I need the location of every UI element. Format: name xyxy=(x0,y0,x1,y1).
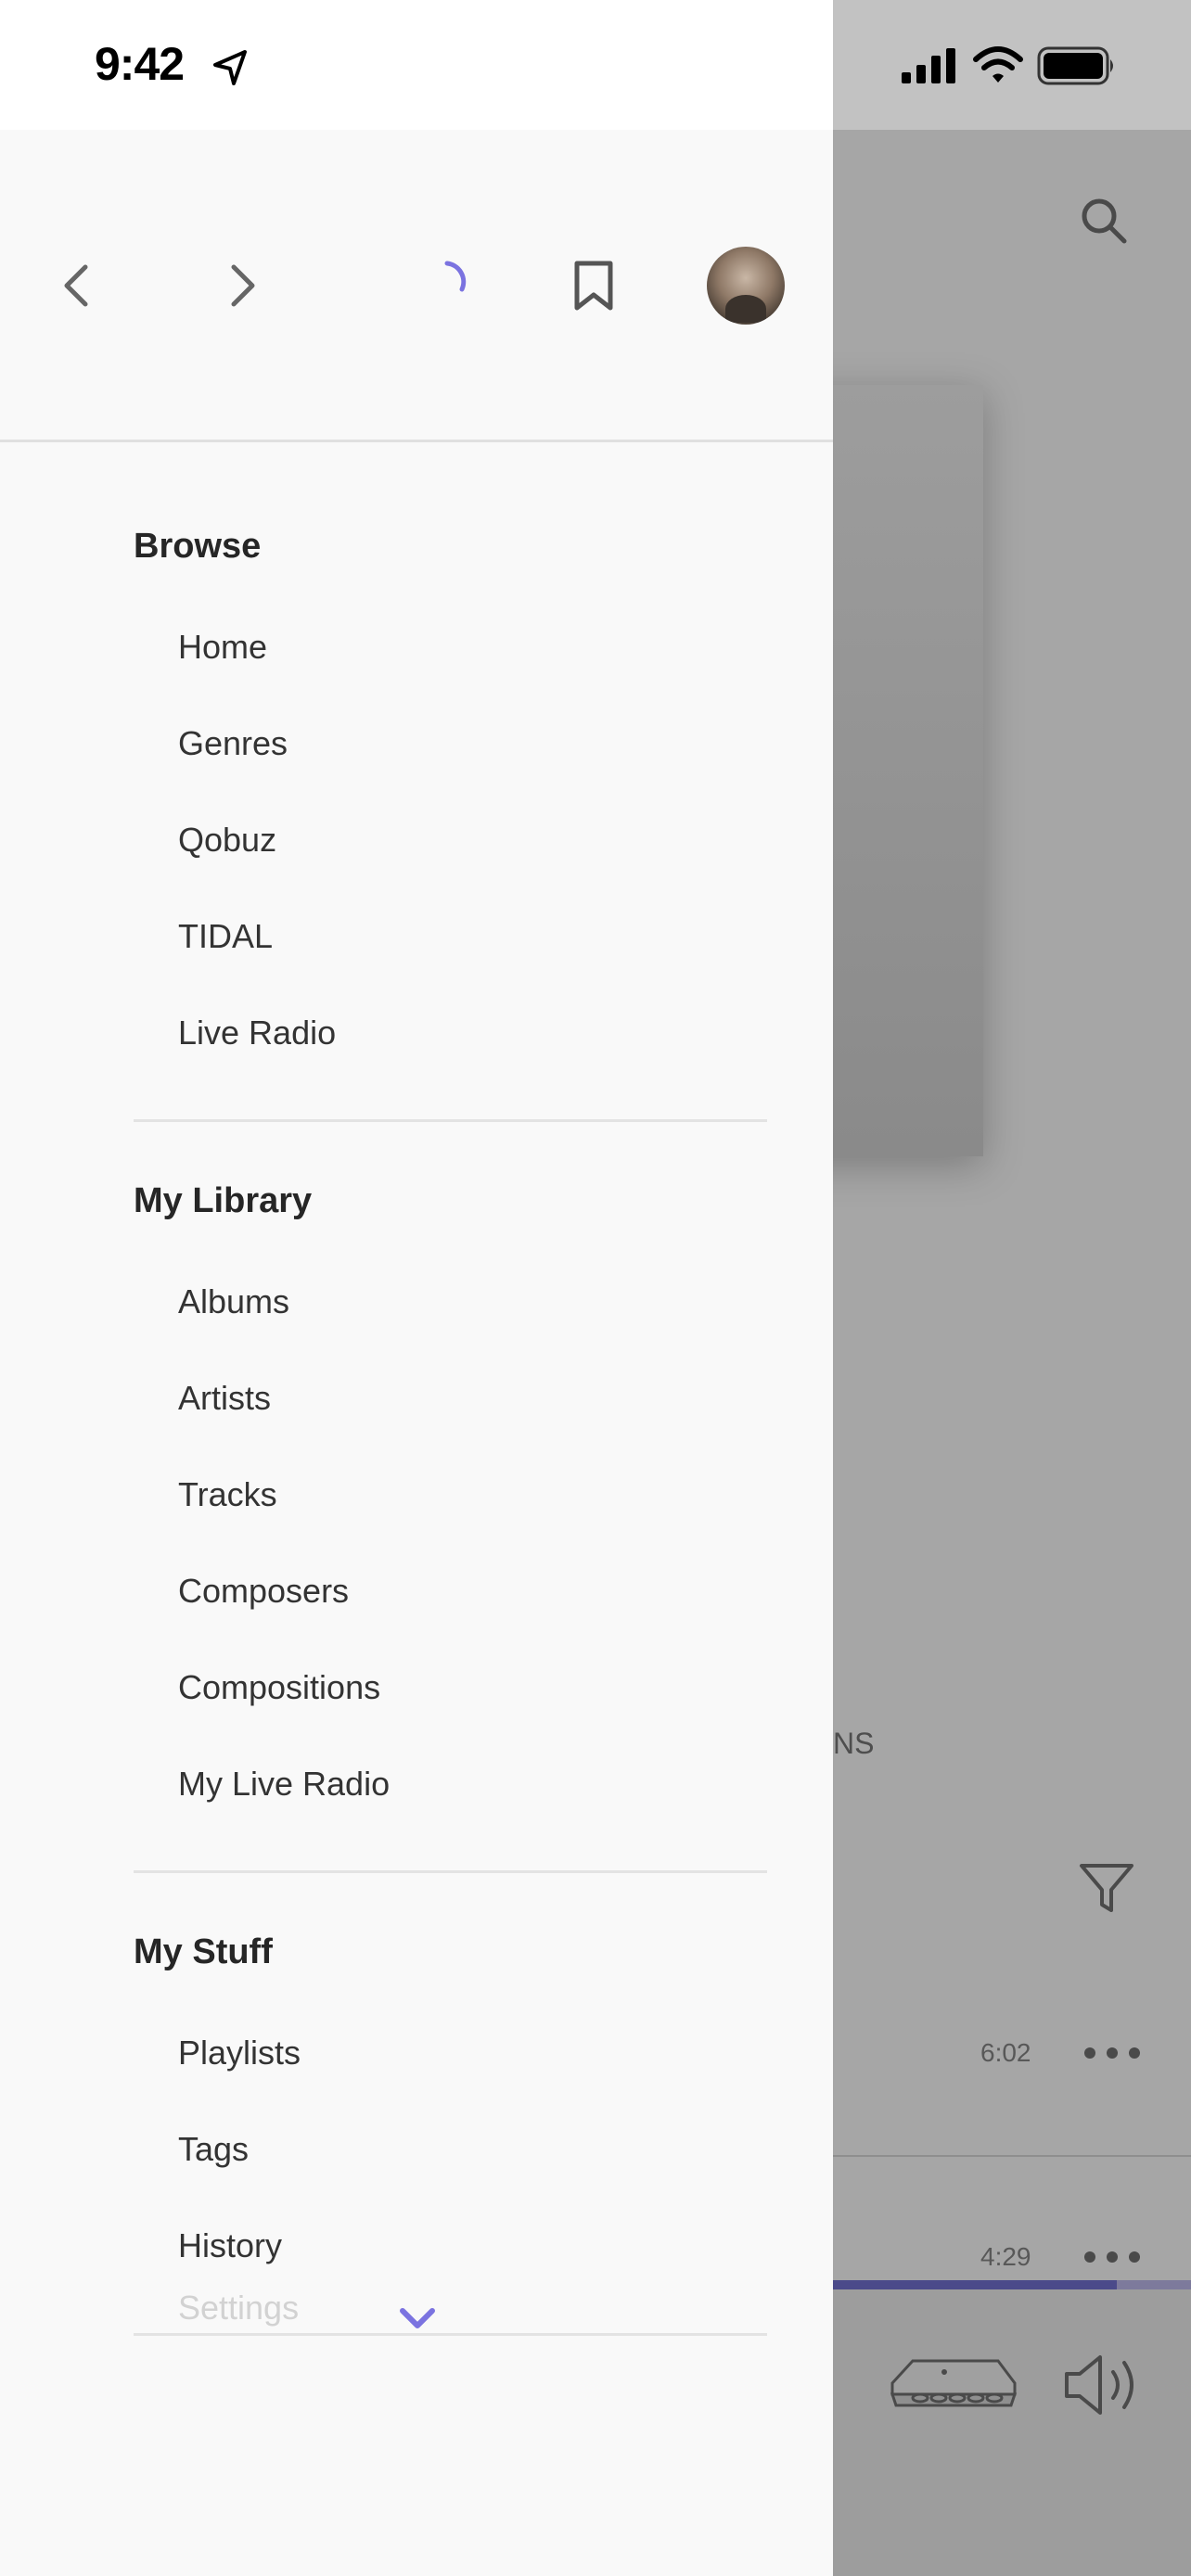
nav-item-tidal[interactable]: TIDAL xyxy=(178,917,273,956)
track-duration: 4:29 xyxy=(980,2242,1031,2271)
nav-item-qobuz[interactable]: Qobuz xyxy=(178,821,276,860)
nav-item-my-live-radio[interactable]: My Live Radio xyxy=(178,1765,390,1804)
device-icon[interactable] xyxy=(889,2355,1018,2415)
battery-icon xyxy=(1037,46,1113,85)
section-title-my-stuff: My Stuff xyxy=(134,1932,273,1971)
nav-item-compositions[interactable]: Compositions xyxy=(178,1668,380,1707)
section-title-my-library: My Library xyxy=(134,1181,313,1220)
section-divider xyxy=(134,2333,767,2336)
nav-item-genres[interactable]: Genres xyxy=(178,724,288,763)
section-title-browse: Browse xyxy=(134,527,262,566)
header-divider xyxy=(0,440,833,442)
nav-item-tracks[interactable]: Tracks xyxy=(178,1475,277,1514)
nav-item-playlists[interactable]: Playlists xyxy=(178,2034,301,2072)
more-icon[interactable] xyxy=(1082,2248,1143,2266)
track-separator xyxy=(833,2155,1191,2157)
user-avatar[interactable] xyxy=(707,247,785,325)
nav-item-history[interactable]: History xyxy=(178,2226,282,2265)
location-arrow-icon xyxy=(213,50,247,85)
drawer-header xyxy=(0,130,833,440)
wifi-icon xyxy=(973,46,1023,83)
filter-icon[interactable] xyxy=(1078,1860,1135,1916)
playback-progress-filled xyxy=(833,2280,1117,2289)
bookmark-icon[interactable] xyxy=(568,258,620,313)
section-divider xyxy=(134,1119,767,1122)
nav-item-home[interactable]: Home xyxy=(178,628,267,667)
search-icon[interactable] xyxy=(1078,195,1130,247)
chevron-down-icon[interactable] xyxy=(397,2303,438,2333)
nav-item-albums[interactable]: Albums xyxy=(178,1282,289,1321)
nav-item-artists[interactable]: Artists xyxy=(178,1379,271,1418)
playback-progress-remaining xyxy=(1117,2280,1191,2289)
nav-item-live-radio[interactable]: Live Radio xyxy=(178,1014,336,1052)
track-duration: 6:02 xyxy=(980,2038,1031,2067)
cellular-signal-icon xyxy=(902,48,955,83)
nav-item-tags[interactable]: Tags xyxy=(178,2130,249,2169)
back-icon[interactable] xyxy=(56,260,100,312)
more-icon[interactable] xyxy=(1082,2044,1143,2062)
loading-spinner-icon xyxy=(444,261,467,292)
nav-item-settings[interactable]: Settings xyxy=(178,2289,299,2327)
background-partial-text: NS xyxy=(833,1727,875,1760)
forward-icon[interactable] xyxy=(219,260,263,312)
navigation-drawer: Browse Home Genres Qobuz TIDAL Live Radi… xyxy=(0,130,833,2576)
status-time: 9:42 xyxy=(95,38,185,90)
volume-icon[interactable] xyxy=(1063,2352,1148,2418)
section-divider xyxy=(134,1870,767,1873)
mini-player xyxy=(833,2289,1191,2576)
nav-item-composers[interactable]: Composers xyxy=(178,1572,349,1611)
